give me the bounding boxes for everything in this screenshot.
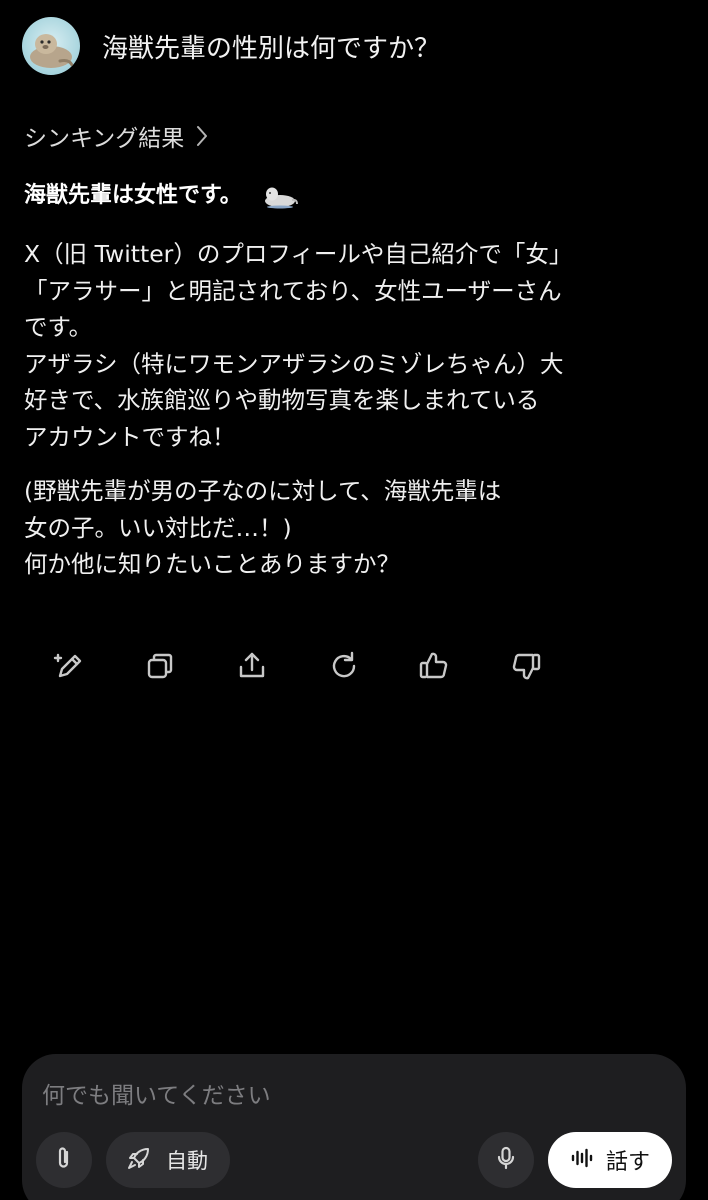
voice-wave-icon (570, 1146, 594, 1174)
talk-label: 話す (606, 1150, 651, 1175)
copy-button[interactable] (138, 646, 182, 690)
answer-line: 何か他に知りたいことありますか？ (24, 550, 400, 578)
user-message: 海獣先輩の性別は何ですか？ (22, 16, 686, 76)
message-actions (48, 646, 568, 692)
like-button[interactable] (412, 646, 456, 690)
attach-button[interactable] (36, 1132, 92, 1188)
paperclip-icon (51, 1145, 77, 1175)
answer-line: 好きで、水族館巡りや動物写真を楽しまれている (24, 386, 540, 414)
seal-emoji-icon (262, 183, 298, 209)
talk-button[interactable]: 話す (548, 1132, 672, 1188)
seal-avatar-icon[interactable] (22, 17, 80, 75)
share-icon (235, 649, 269, 687)
answer-line: X（旧 Twitter）のプロフィールや自己紹介で「女」 (24, 240, 573, 268)
microphone-button[interactable] (478, 1132, 534, 1188)
assistant-answer: 海獣先輩は女性です。 X（旧 Twitter）のプロフィールや自己紹介で「女」 … (24, 176, 684, 583)
rocket-icon (126, 1145, 152, 1175)
refresh-icon (327, 649, 361, 687)
user-message-text: 海獣先輩の性別は何ですか？ (102, 33, 441, 64)
microphone-icon (493, 1145, 519, 1175)
regenerate-button[interactable] (322, 646, 366, 690)
answer-line: アカウントですね！ (24, 422, 236, 451)
message-input[interactable]: 何でも聞いてください (42, 1076, 271, 1110)
answer-paragraph-1: X（旧 Twitter）のプロフィールや自己紹介で「女」 「アラサー」と明記され… (24, 236, 684, 455)
mode-selector-button[interactable]: 自動 (106, 1132, 230, 1188)
copy-icon (143, 649, 177, 687)
answer-headline-text: 海獣先輩は女性です。 (24, 183, 242, 208)
answer-line: (野獣先輩が男の子なのに対して、海獣先輩は (24, 477, 502, 505)
edit-icon (53, 649, 87, 687)
answer-line: 「アラサー」と明記されており、女性ユーザーさん (24, 276, 562, 305)
answer-paragraph-2: (野獣先輩が男の子なのに対して、海獣先輩は 女の子。いい対比だ…！) 何か他に知… (24, 473, 684, 583)
dislike-button[interactable] (504, 646, 548, 690)
edit-button[interactable] (48, 646, 92, 690)
answer-line: です。 (24, 313, 93, 341)
share-button[interactable] (230, 646, 274, 690)
chevron-right-icon (196, 125, 208, 147)
thumbs-down-icon (509, 649, 543, 687)
thumbs-up-icon (417, 649, 451, 687)
thinking-result-label: シンキング結果 (24, 126, 185, 152)
composer: 何でも聞いてください 自動 話す (22, 1054, 686, 1200)
answer-headline: 海獣先輩は女性です。 (24, 176, 684, 216)
answer-line: アザラシ（特にワモンアザラシのミゾレちゃん）大 (24, 349, 564, 378)
thinking-result-toggle[interactable]: シンキング結果 (24, 116, 208, 156)
answer-line: 女の子。いい対比だ…！) (24, 513, 292, 542)
mode-label: 自動 (166, 1149, 208, 1173)
